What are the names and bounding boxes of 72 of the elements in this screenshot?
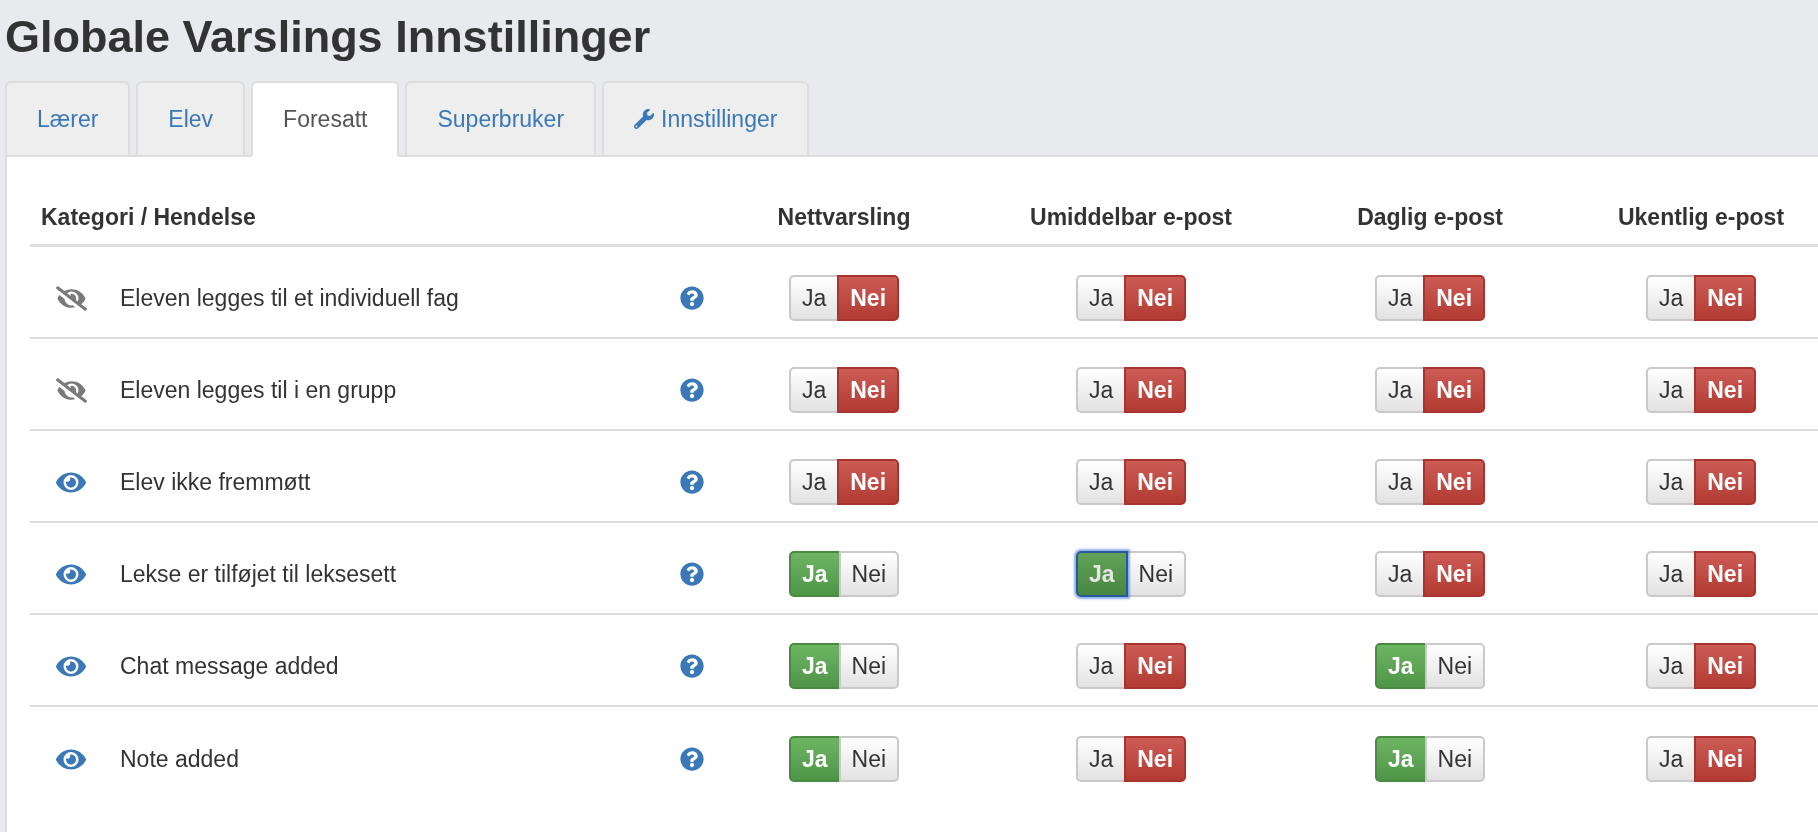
yes-button[interactable]: Ja (1374, 736, 1427, 782)
no-button[interactable]: Nei (1124, 736, 1187, 782)
no-button[interactable]: Nei (1694, 367, 1757, 413)
no-button[interactable]: Nei (837, 275, 900, 321)
column-header: Nettvarsling (777, 204, 911, 231)
no-button[interactable]: Nei (1423, 459, 1486, 505)
event-label: Eleven legges til et individuell fag (119, 284, 459, 312)
no-button[interactable]: Nei (1694, 736, 1757, 782)
tab[interactable]: Elev (136, 81, 246, 157)
yes-button[interactable]: Ja (1075, 736, 1127, 782)
yes-button[interactable]: Ja (1645, 275, 1697, 321)
no-button[interactable]: Nei (1423, 367, 1486, 413)
tab[interactable]: Lærer (5, 81, 131, 157)
column-header: Kategori / Hendelse (40, 204, 256, 231)
yes-button[interactable]: Ja (1645, 367, 1697, 413)
no-button[interactable]: Nei (1424, 736, 1486, 782)
yes-button[interactable]: Ja (788, 736, 841, 782)
no-button[interactable]: Nei (1694, 551, 1757, 597)
yes-button[interactable]: Ja (1374, 275, 1426, 321)
yes-button[interactable]: Ja (1374, 643, 1427, 689)
no-button[interactable]: Nei (838, 551, 900, 597)
no-button[interactable]: Nei (1694, 275, 1757, 321)
yes-button[interactable]: Ja (788, 643, 841, 689)
help-icon[interactable] (680, 470, 704, 494)
no-button[interactable]: Nei (1124, 643, 1187, 689)
no-button[interactable]: Nei (838, 736, 900, 782)
wrench-icon (634, 109, 655, 129)
no-button[interactable]: Nei (1125, 551, 1187, 597)
yes-button[interactable]: Ja (1645, 551, 1697, 597)
event-label: Lekse er tilføjet til leksesett (119, 560, 397, 588)
column-header: Ukentlig e-post (1617, 204, 1785, 231)
event-label: Elev ikke fremmøtt (119, 468, 311, 496)
page-title: Globale Varslings Innstillinger (5, 11, 651, 62)
no-button[interactable]: Nei (1124, 275, 1187, 321)
no-button[interactable]: Nei (1124, 367, 1187, 413)
yes-button[interactable]: Ja (788, 275, 840, 321)
help-icon[interactable] (680, 747, 704, 771)
tab[interactable]: Foresatt (251, 81, 400, 157)
column-header: Daglig e-post (1357, 204, 1503, 231)
no-button[interactable]: Nei (1694, 459, 1757, 505)
no-button[interactable]: Nei (837, 459, 900, 505)
no-button[interactable]: Nei (1423, 275, 1486, 321)
no-button[interactable]: Nei (838, 643, 900, 689)
yes-button[interactable]: Ja (1075, 275, 1127, 321)
yes-button[interactable]: Ja (788, 551, 841, 597)
event-label: Note added (119, 745, 239, 773)
yes-button[interactable]: Ja (1075, 459, 1127, 505)
yes-button[interactable]: Ja (1645, 736, 1697, 782)
yes-button[interactable]: Ja (1374, 551, 1426, 597)
yes-button[interactable]: Ja (1374, 367, 1426, 413)
help-icon[interactable] (680, 286, 704, 310)
event-label: Chat message added (119, 652, 339, 680)
no-button[interactable]: Nei (1423, 551, 1486, 597)
no-button[interactable]: Nei (837, 367, 900, 413)
no-button[interactable]: Nei (1694, 643, 1757, 689)
yes-button[interactable]: Ja (1374, 459, 1426, 505)
help-icon[interactable] (680, 562, 704, 586)
yes-button[interactable]: Ja (1645, 643, 1697, 689)
column-header: Umiddelbar e-post (1030, 204, 1232, 231)
yes-button[interactable]: Ja (788, 367, 840, 413)
tab[interactable]: Superbruker (405, 81, 597, 157)
no-button[interactable]: Nei (1424, 643, 1486, 689)
help-icon[interactable] (680, 378, 704, 402)
event-label: Eleven legges til i en grupp (119, 376, 397, 404)
yes-button[interactable]: Ja (1075, 551, 1128, 597)
yes-button[interactable]: Ja (1075, 643, 1127, 689)
yes-button[interactable]: Ja (1645, 459, 1697, 505)
yes-button[interactable]: Ja (788, 459, 840, 505)
no-button[interactable]: Nei (1124, 459, 1187, 505)
tab[interactable]: Innstillinger (602, 81, 810, 157)
yes-button[interactable]: Ja (1075, 367, 1127, 413)
help-icon[interactable] (680, 654, 704, 678)
